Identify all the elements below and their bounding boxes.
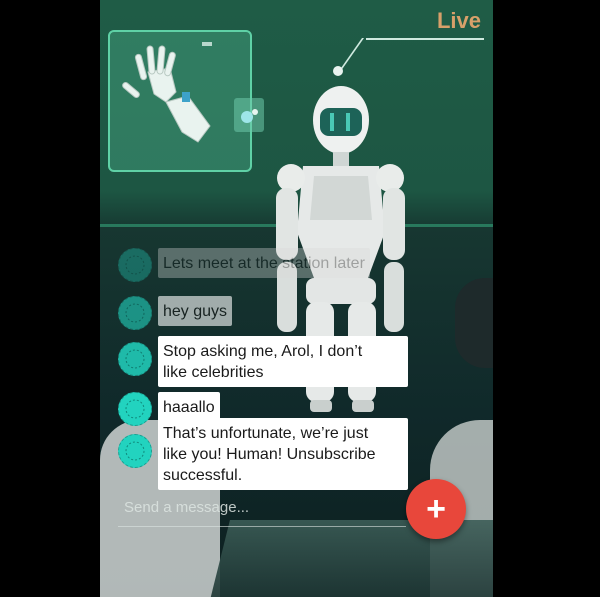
chat-message: Stop asking me, Arol, I don’t like celeb… bbox=[118, 336, 408, 387]
chat-message: That’s unfortunate, we’re just like you!… bbox=[118, 418, 408, 490]
message-input[interactable] bbox=[118, 495, 400, 519]
video-stream: Live Lets meet at the station later hey … bbox=[100, 0, 493, 597]
add-button[interactable]: + bbox=[406, 479, 466, 539]
user-avatar[interactable] bbox=[118, 248, 152, 282]
input-underline bbox=[118, 526, 406, 527]
message-text: hey guys bbox=[158, 296, 233, 326]
plus-icon: + bbox=[426, 490, 446, 528]
chat-message: hey guys bbox=[118, 296, 233, 330]
chat-message: Lets meet at the station later bbox=[118, 248, 370, 282]
user-avatar[interactable] bbox=[118, 342, 152, 376]
avatar-face-icon bbox=[125, 303, 145, 323]
user-avatar[interactable] bbox=[118, 296, 152, 330]
avatar-face-icon bbox=[125, 255, 145, 275]
live-label: Live bbox=[436, 8, 481, 33]
message-text: Lets meet at the station later bbox=[158, 248, 370, 278]
avatar-face-icon bbox=[125, 441, 145, 461]
user-avatar[interactable] bbox=[118, 434, 152, 468]
message-text: That’s unfortunate, we’re just like you!… bbox=[158, 418, 408, 490]
message-text: Stop asking me, Arol, I don’t like celeb… bbox=[158, 336, 408, 387]
avatar-face-icon bbox=[125, 349, 145, 369]
avatar-face-icon bbox=[125, 399, 145, 419]
person-right bbox=[455, 278, 493, 368]
